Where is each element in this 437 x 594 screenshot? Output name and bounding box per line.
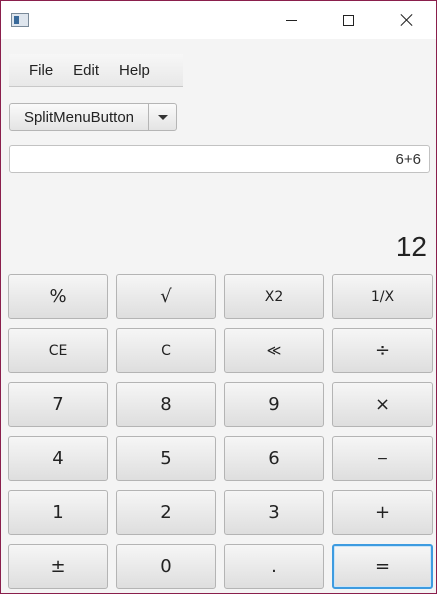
key-equals[interactable]: = xyxy=(332,544,433,589)
keypad: % √ X2 1/X CE C ≪ ÷ 7 8 9 × 4 5 6 − 1 2 … xyxy=(8,274,434,592)
key-divide[interactable]: ÷ xyxy=(332,328,433,373)
title-bar xyxy=(1,1,436,39)
menu-file[interactable]: File xyxy=(9,62,63,79)
key-subtract[interactable]: − xyxy=(332,436,433,481)
expression-field[interactable]: 6+6 xyxy=(9,145,430,173)
minimize-icon xyxy=(285,19,297,21)
maximize-icon xyxy=(342,14,354,26)
key-8[interactable]: 8 xyxy=(116,382,216,427)
chevron-down-icon xyxy=(157,114,168,120)
menu-help[interactable]: Help xyxy=(109,62,160,79)
key-5[interactable]: 5 xyxy=(116,436,216,481)
key-percent[interactable]: % xyxy=(8,274,108,319)
menu-edit[interactable]: Edit xyxy=(63,62,109,79)
key-square[interactable]: X2 xyxy=(224,274,324,319)
menu-bar: File Edit Help xyxy=(9,54,183,87)
close-icon xyxy=(400,13,414,27)
result-display: 12 xyxy=(395,231,427,262)
key-2[interactable]: 2 xyxy=(116,490,216,535)
key-clear[interactable]: C xyxy=(116,328,216,373)
split-menu-button-arrow[interactable] xyxy=(149,104,176,130)
key-7[interactable]: 7 xyxy=(8,382,108,427)
key-0[interactable]: 0 xyxy=(116,544,216,589)
key-negate[interactable]: ± xyxy=(8,544,108,589)
split-menu-button: SplitMenuButton xyxy=(9,103,177,131)
app-window: File Edit Help SplitMenuButton 6+6 12 % … xyxy=(0,0,437,594)
close-button[interactable] xyxy=(379,1,435,39)
maximize-button[interactable] xyxy=(320,1,376,39)
key-reciprocal[interactable]: 1/X xyxy=(332,274,433,319)
key-4[interactable]: 4 xyxy=(8,436,108,481)
key-decimal[interactable]: . xyxy=(224,544,324,589)
key-6[interactable]: 6 xyxy=(224,436,324,481)
key-1[interactable]: 1 xyxy=(8,490,108,535)
minimize-button[interactable] xyxy=(263,1,319,39)
key-multiply[interactable]: × xyxy=(332,382,433,427)
app-icon xyxy=(11,13,29,27)
key-clear-entry[interactable]: CE xyxy=(8,328,108,373)
key-3[interactable]: 3 xyxy=(224,490,324,535)
split-menu-button-main[interactable]: SplitMenuButton xyxy=(10,104,149,130)
key-sqrt[interactable]: √ xyxy=(116,274,216,319)
key-backspace[interactable]: ≪ xyxy=(224,328,324,373)
key-add[interactable]: + xyxy=(332,490,433,535)
key-9[interactable]: 9 xyxy=(224,382,324,427)
